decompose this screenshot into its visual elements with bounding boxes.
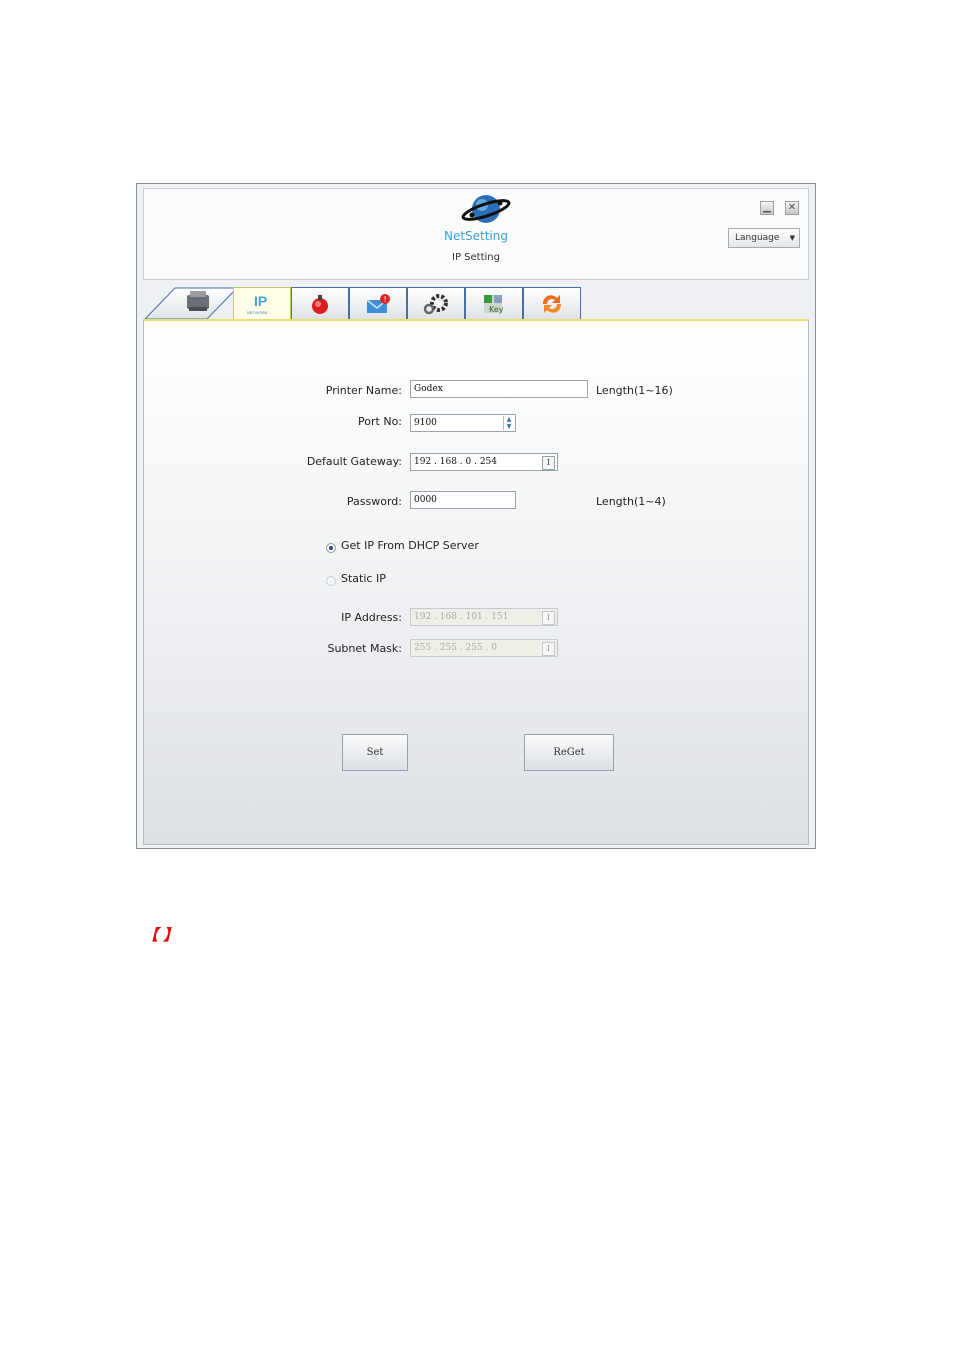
text-cursor-icon: I — [542, 456, 555, 470]
tab-ip-label: NETWORK — [247, 310, 268, 315]
window-header: NetSetting IP Setting ▁ ✕ Language ▼ — [143, 188, 809, 280]
subnet-mask-value: 255 . 255 . 255 . 0 — [414, 643, 498, 653]
svg-text:Key: Key — [489, 305, 504, 314]
static-ip-label: Static IP — [341, 572, 386, 585]
tab-settings[interactable] — [407, 287, 465, 319]
page-subtitle: IP Setting — [452, 252, 500, 263]
dhcp-label: Get IP From DHCP Server — [341, 539, 479, 552]
refresh-icon — [542, 294, 562, 313]
spin-arrows-icon[interactable]: ▲ ▼ — [503, 416, 514, 430]
text-cursor-icon: I — [542, 642, 555, 656]
printer-name-hint: Length(1~16) — [596, 384, 673, 397]
printer-name-input[interactable]: Godex — [410, 380, 588, 398]
subnet-mask-label: Subnet Mask: — [327, 642, 402, 655]
gateway-label: Default Gateway: — [306, 455, 402, 468]
key-icon: Key — [484, 294, 504, 314]
close-icon: ✕ — [787, 202, 797, 213]
password-label: Password: — [346, 495, 402, 508]
language-label: Language — [735, 233, 780, 243]
tab-alert[interactable] — [291, 287, 349, 319]
password-hint: Length(1~4) — [596, 495, 666, 508]
netsetting-window: NetSetting IP Setting ▁ ✕ Language ▼ IP … — [136, 183, 816, 849]
svg-text:IP: IP — [254, 293, 267, 309]
static-ip-radio[interactable] — [326, 576, 336, 586]
minimize-button[interactable]: ▁ — [760, 201, 774, 215]
svg-text:!: ! — [384, 295, 387, 304]
dhcp-radio[interactable] — [326, 543, 336, 553]
printer-name-label: Printer Name: — [325, 384, 402, 397]
language-dropdown[interactable]: Language ▼ — [728, 228, 800, 248]
subnet-mask-input: 255 . 255 . 255 . 0 I — [410, 639, 558, 657]
gateway-input[interactable]: 192 . 168 . 0 . 254 I — [410, 453, 558, 471]
ip-network-icon: IP NETWORK — [247, 293, 268, 315]
port-stepper[interactable]: 9100 ▲ ▼ — [410, 414, 516, 432]
tab-printer[interactable] — [143, 285, 239, 321]
email-alert-icon: ! — [366, 293, 390, 313]
gear-icon — [423, 293, 448, 314]
password-input[interactable]: 0000 — [410, 491, 516, 509]
ip-address-input: 192 . 168 . 101 . 151 I — [410, 608, 558, 626]
ip-setting-panel: Printer Name: Godex Length(1~16) Port No… — [143, 319, 809, 845]
tab-key[interactable]: Key — [465, 287, 523, 319]
text-cursor-icon: I — [542, 611, 555, 625]
minimize-icon: ▁ — [763, 202, 771, 213]
printer-icon — [187, 291, 209, 311]
reget-button[interactable]: ReGet — [524, 734, 614, 771]
tab-refresh[interactable] — [523, 287, 581, 319]
port-label: Port No: — [358, 415, 402, 428]
tab-ip-network[interactable]: IP NETWORK — [233, 287, 291, 319]
brand-title: NetSetting — [443, 229, 509, 243]
tab-bar: IP NETWORK ! Key — [143, 285, 809, 321]
bracket-note: 【 】 — [143, 926, 179, 944]
ip-address-label: IP Address: — [341, 611, 402, 624]
netsetting-logo-icon — [461, 195, 511, 223]
close-button[interactable]: ✕ — [785, 201, 799, 215]
chevron-down-icon: ▼ — [789, 234, 795, 242]
gateway-value: 192 . 168 . 0 . 254 — [414, 457, 498, 467]
port-value: 9100 — [414, 418, 437, 428]
set-button[interactable]: Set — [342, 734, 408, 771]
tab-email[interactable]: ! — [349, 287, 407, 319]
alarm-icon — [312, 294, 328, 314]
ip-address-value: 192 . 168 . 101 . 151 — [414, 612, 509, 622]
